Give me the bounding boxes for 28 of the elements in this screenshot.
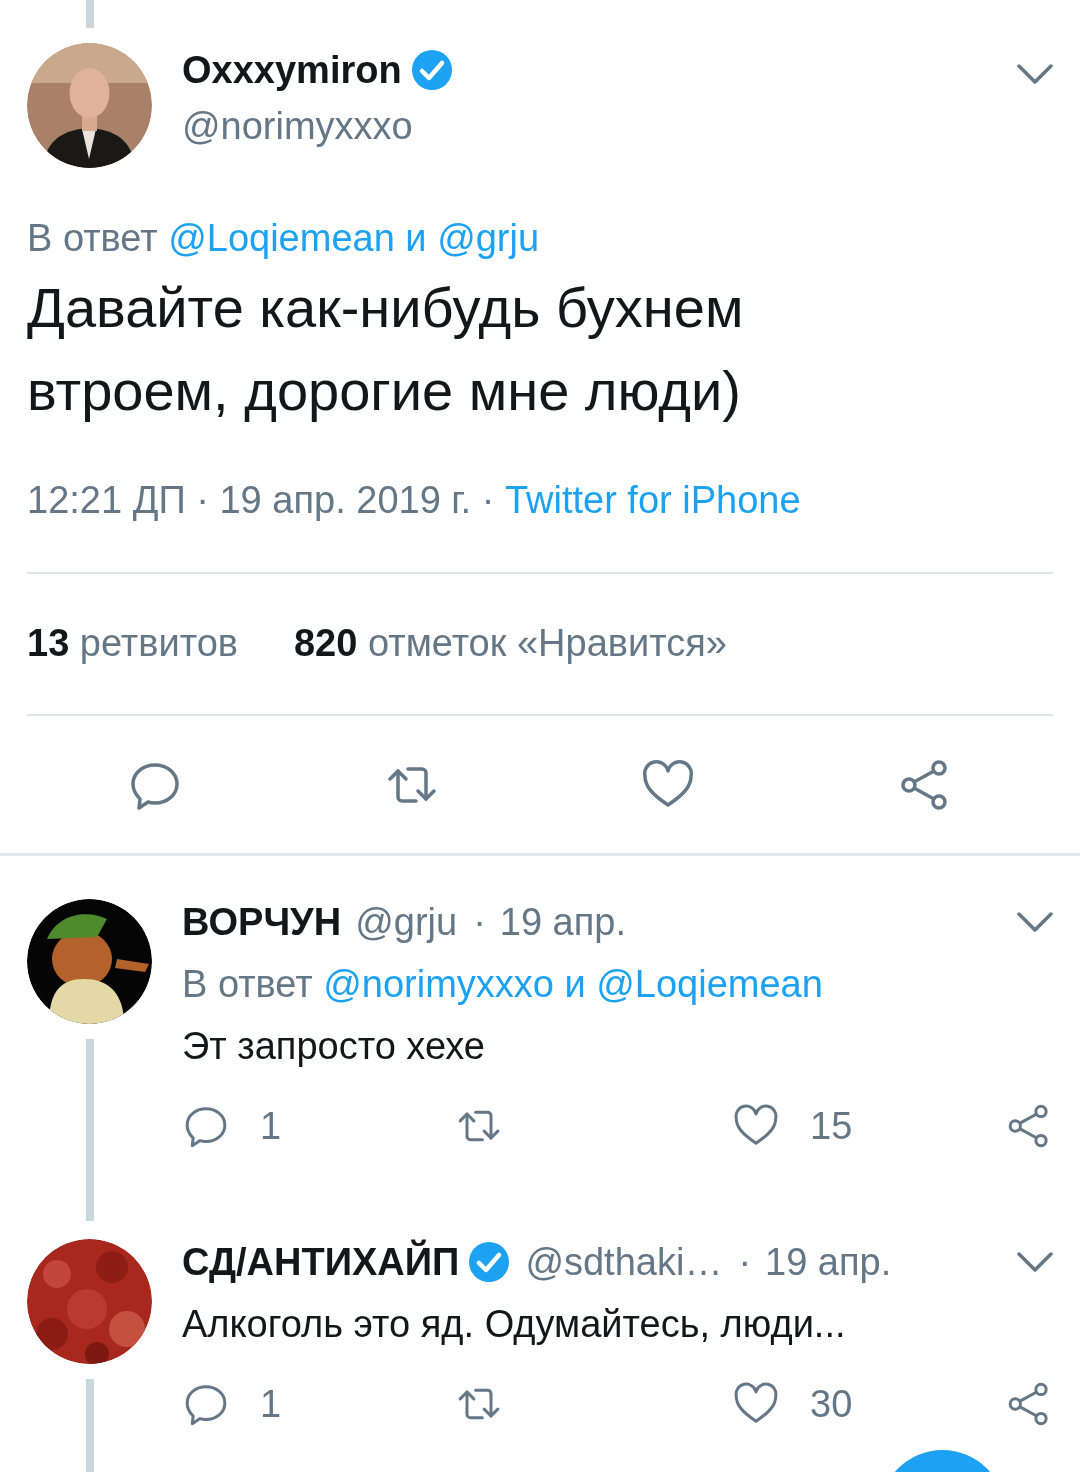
reply-context: В ответ @Loqiemean и @grju xyxy=(27,216,541,261)
user-handle: @norimyxxxo xyxy=(182,104,414,149)
mention-link[interactable]: @Loqiemean и @grju xyxy=(168,217,540,259)
reply-date: 19 апр. xyxy=(765,1240,892,1285)
mention-link[interactable]: @norimyxxxo и @Loqiemean xyxy=(323,963,823,1005)
tweet-text: Давайте как-нибудь бухнем втроем, дорогие мне люди) xyxy=(27,275,745,424)
stat-count[interactable]: 820 отметок «Нравится» xyxy=(293,615,727,671)
user-name: Oxxxymiron xyxy=(182,48,402,93)
user-name: ВОРЧУН xyxy=(182,900,342,945)
source-link[interactable]: Twitter for iPhone xyxy=(504,479,801,521)
reply-text: Эт запросто хехе xyxy=(182,1024,486,1069)
tweet-meta: 12:21 ДП · 19 апр. 2019 г. · Twitter for iPhone xyxy=(27,478,802,523)
reply-date: 19 апр. xyxy=(499,900,627,945)
reply-context: В ответ @norimyxxxo и @Loqiemean xyxy=(182,962,824,1007)
like-count: 15 xyxy=(810,1104,853,1148)
reply-text: Алкоголь это яд. Одумайтесь, люди... xyxy=(182,1302,847,1347)
user-name: СД/АНТИХАЙП xyxy=(182,1238,460,1285)
reply-count: 1 xyxy=(260,1104,282,1148)
user-handle: @sdthaki… xyxy=(525,1240,723,1285)
user-handle: @grju xyxy=(355,900,458,945)
chevron-down-icon[interactable] xyxy=(1017,1251,1053,1273)
stat-count[interactable]: 13 ретвитов xyxy=(27,615,238,671)
chevron-down-icon[interactable] xyxy=(1017,911,1053,933)
separator-dot: · xyxy=(738,1240,752,1285)
reply-count: 1 xyxy=(260,1382,282,1426)
chevron-down-icon[interactable] xyxy=(1017,63,1053,85)
like-count: 30 xyxy=(810,1382,853,1426)
separator-dot: · xyxy=(473,900,486,945)
